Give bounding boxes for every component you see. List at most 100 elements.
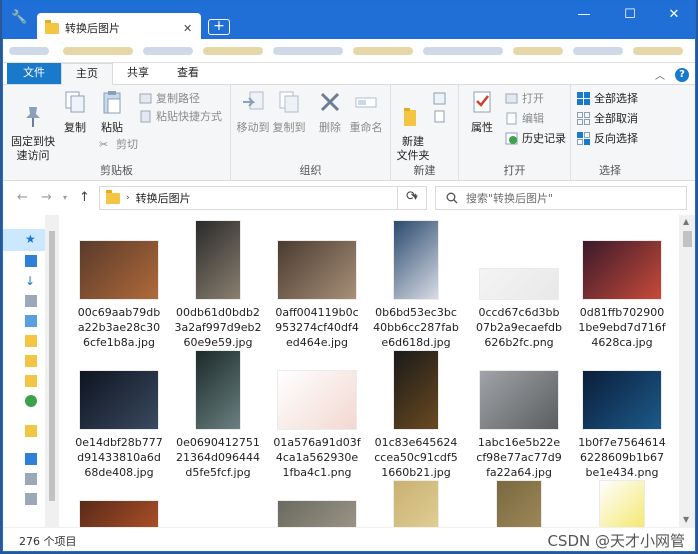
forward-arrow-icon[interactable]: →	[41, 190, 52, 205]
cut-button[interactable]: ✂ 剪切	[99, 135, 138, 153]
tab-home[interactable]: 主页	[61, 63, 113, 85]
copy-path-button[interactable]: 复制路径	[139, 89, 200, 107]
delete-button[interactable]: 删除	[315, 89, 345, 135]
open-button[interactable]: 打开	[505, 89, 544, 107]
pictures-icon[interactable]	[25, 315, 37, 327]
file-item[interactable]: 0e14dbf28b777d91433810a6d68de408.jpg	[71, 351, 167, 480]
file-item[interactable]: 01c83e645624ccea50c91cdf51660b21.jpg	[368, 351, 464, 480]
tab-share[interactable]: 共享	[113, 63, 163, 84]
folder-icon[interactable]	[25, 375, 37, 387]
select-none-button[interactable]: 全部取消	[577, 109, 638, 127]
move-to-button[interactable]: 移动到	[235, 89, 271, 135]
file-item[interactable]	[170, 481, 266, 527]
navigation-pane: ★ ↓	[3, 215, 61, 527]
new-tab-button[interactable]: +	[208, 19, 230, 35]
wrench-icon[interactable]: 🔧	[11, 10, 27, 26]
close-window-button[interactable]: ✕	[651, 1, 695, 29]
status-bar: 276 个项目 CSDN @天才小网管	[3, 527, 695, 551]
file-item[interactable]: 00db61d0bdb23a2af997d9eb260e9e59.jpg	[170, 221, 266, 350]
refresh-button[interactable]: ⟳	[397, 186, 425, 210]
copy-to-button[interactable]: 复制到	[271, 89, 307, 135]
rename-button[interactable]: 重命名	[347, 89, 385, 135]
thumbnail-image	[80, 371, 158, 429]
recent-locations-chevron-icon[interactable]: ▾	[63, 193, 67, 202]
easy-access-button[interactable]	[433, 107, 446, 125]
file-item[interactable]	[574, 481, 670, 527]
file-item[interactable]: 0ccd67c6d3bb07b2a9ecaefdb626b2fc.png	[471, 221, 567, 350]
file-item[interactable]: 00c69aab79dba22b3ae28c306cfe1b8a.jpg	[71, 221, 167, 350]
file-thumbnail	[368, 481, 464, 527]
select-all-label: 全部选择	[594, 92, 638, 105]
copy-button[interactable]: 复制	[61, 89, 89, 135]
help-icon[interactable]: ?	[675, 67, 689, 82]
copy-path-label: 复制路径	[156, 92, 200, 105]
folder-icon[interactable]	[25, 425, 37, 437]
paste-button[interactable]: 粘贴	[97, 89, 127, 135]
file-item[interactable]: 0aff004119b0c953274cf40df4ed464e.jpg	[269, 221, 365, 350]
minimize-button[interactable]: —	[561, 1, 607, 29]
this-pc-icon[interactable]	[25, 453, 37, 465]
thumbnail-image	[80, 241, 158, 299]
paste-label: 粘贴	[101, 121, 123, 134]
star-icon[interactable]: ★	[25, 233, 37, 245]
breadcrumb-current[interactable]: 转换后图片	[136, 190, 398, 206]
delete-label: 删除	[319, 121, 341, 134]
file-item[interactable]: 0e069041275121364d096444d5fe5fcf.jpg	[170, 351, 266, 480]
file-item[interactable]	[368, 481, 464, 527]
file-item[interactable]: 0b6bd53ec3bc40bb6cc287fabe6d618d.jpg	[368, 221, 464, 350]
close-tab-button[interactable]: ✕	[183, 22, 195, 35]
properties-icon	[473, 91, 491, 113]
pin-quick-access-button[interactable]: 固定到快 速访问	[11, 89, 55, 163]
select-all-button[interactable]: 全部选择	[577, 89, 638, 107]
invert-selection-button[interactable]: 反向选择	[577, 129, 638, 147]
file-item[interactable]: 1b0f7e75646146228609b1b67be1e434.png	[574, 351, 670, 480]
scroll-down-arrow-icon[interactable]: ▼	[683, 515, 689, 524]
up-arrow-icon[interactable]: ↑	[79, 190, 90, 205]
download-icon[interactable]: ↓	[25, 275, 37, 287]
quick-access-selected[interactable]	[3, 229, 45, 251]
navigation-pane-scroll-thumb[interactable]	[49, 231, 55, 501]
search-box[interactable]: 搜索"转换后图片"	[435, 186, 687, 210]
scroll-up-arrow-icon[interactable]: ▲	[683, 217, 689, 226]
title-bar: 🔧 转换后图片 ✕ + — ☐ ✕	[3, 1, 695, 39]
file-grid-scrollbar[interactable]	[679, 215, 695, 527]
file-item[interactable]	[471, 481, 567, 527]
drive-icon[interactable]	[25, 473, 37, 485]
folder-icon[interactable]	[25, 355, 37, 367]
edit-button[interactable]: 编辑	[505, 109, 544, 127]
thumbnail-image	[497, 481, 541, 527]
file-grid-scroll-thumb[interactable]	[683, 231, 692, 247]
history-button[interactable]: 历史记录	[505, 129, 566, 147]
paste-shortcut-button[interactable]: 粘贴快捷方式	[139, 107, 222, 125]
address-bar[interactable]: › 转换后图片 ▾	[99, 186, 427, 210]
file-item[interactable]: 01a576a91d03f4ca1a562930e1fba4c1.png	[269, 351, 365, 480]
group-select: 全部选择 全部取消 反向选择 选择	[571, 85, 649, 181]
back-arrow-icon[interactable]: ←	[17, 190, 28, 205]
file-item[interactable]: 0d81ffb7029001be9ebd7d716f4628ca.jpg	[574, 221, 670, 350]
maximize-button[interactable]: ☐	[607, 1, 653, 29]
search-icon	[446, 192, 458, 204]
file-thumbnail	[471, 221, 567, 299]
sync-folder-icon[interactable]	[25, 395, 37, 407]
tab-view[interactable]: 查看	[163, 63, 213, 84]
new-item-button[interactable]	[433, 89, 446, 107]
main-pane: ★ ↓ 00c69aab79dba22b3ae28c306cfe1b8a.jpg…	[3, 215, 695, 527]
folder-icon[interactable]	[25, 335, 37, 347]
copy-icon	[65, 91, 85, 113]
rename-icon	[355, 97, 377, 108]
drive-icon[interactable]	[25, 493, 37, 505]
breadcrumb-chevron-icon[interactable]: ›	[126, 193, 130, 203]
file-item[interactable]	[71, 481, 167, 527]
file-item[interactable]: 1abc16e5b22ecf98e77ac77d9fa22a64.jpg	[471, 351, 567, 480]
file-thumbnail	[170, 481, 266, 527]
new-folder-button[interactable]: 新建 文件夹	[395, 89, 431, 163]
chevron-up-icon[interactable]: ︿	[655, 67, 665, 82]
desktop-icon[interactable]	[25, 255, 37, 267]
copy-to-icon	[279, 91, 299, 113]
properties-button[interactable]: 属性	[465, 89, 499, 135]
new-group-label: 新建	[413, 164, 436, 177]
file-item[interactable]	[269, 481, 365, 527]
documents-icon[interactable]	[25, 295, 37, 307]
tab-file[interactable]: 文件	[7, 63, 61, 84]
tab-current-folder[interactable]: 转换后图片 ✕	[37, 13, 201, 39]
